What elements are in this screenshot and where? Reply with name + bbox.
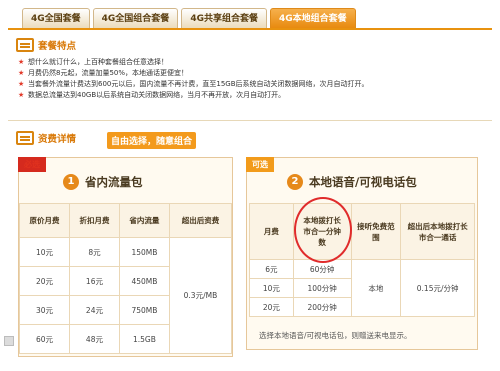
tab-4g-national[interactable]: 4G全国套餐 — [22, 8, 90, 28]
feature-text: 想什么就订什么，上百种套餐组合任意选择！ — [28, 58, 168, 66]
highlight-circle — [294, 197, 352, 263]
step-number: 2 — [287, 174, 303, 190]
voice-pack-note: 选择本地语音/可视电话包，则赠送来电显示。 — [259, 331, 412, 340]
scroll-corner — [4, 336, 14, 346]
details-subtitle: 自由选择，随意组合 — [107, 132, 197, 149]
optional-badge: 可选 — [246, 157, 274, 172]
panel-title-text: 本地语音/可视电话包 — [309, 175, 417, 189]
feature-item: ★ 数据总流量达到40GB以后系统自动关闭数据网络，当月不再开放，次月自动打开。 — [18, 90, 369, 101]
step-number: 1 — [63, 174, 79, 190]
disc-price: 16元 — [68, 266, 120, 296]
col-header: 超出后资费 — [168, 203, 233, 238]
disc-price: 8元 — [68, 237, 120, 267]
minutes: 200分钟 — [292, 297, 352, 317]
orig-price: 10元 — [19, 237, 70, 267]
free-range: 本地 — [350, 259, 402, 317]
overage-rate: 0.3元/MB — [168, 237, 233, 354]
col-header: 超出后本地拨打长市合一通话 — [400, 203, 475, 260]
details-title: 资费详情 — [38, 134, 77, 145]
data-amount: 150MB — [118, 237, 170, 267]
required-badge: 必选 — [18, 157, 46, 172]
orig-price: 60元 — [19, 324, 70, 354]
col-header: 原价月费 — [19, 203, 70, 238]
data-pack-table: 原价月费 折扣月费 省内流量 超出后资费 10元 8元 150MB 0.3元/M… — [19, 203, 233, 354]
star-icon: ★ — [18, 69, 25, 77]
feature-text: 月费仍然8元起，流量加量50%，本地通话更便宜！ — [28, 69, 189, 77]
panel-title: 2 本地语音/可视电话包 — [287, 174, 417, 190]
star-icon: ★ — [18, 91, 25, 99]
orig-price: 20元 — [19, 266, 70, 296]
col-header: 省内流量 — [118, 203, 170, 238]
col-header: 月费 — [249, 203, 294, 260]
tab-bar: 4G全国套餐 4G全国组合套餐 4G共享组合套餐 4G本地组合套餐 — [22, 8, 359, 28]
minutes: 100分钟 — [292, 278, 352, 298]
feature-text: 数据总流量达到40GB以后系统自动关闭数据网络，当月不再开放，次月自动打开。 — [28, 91, 286, 99]
features-header: 套餐特点 — [16, 38, 76, 52]
panel-title-text: 省内流量包 — [85, 175, 143, 189]
panel-title: 1 省内流量包 — [63, 174, 143, 190]
panel-data-pack: 必选 1 省内流量包 原价月费 折扣月费 省内流量 超出后资费 10元 8元 1… — [18, 157, 233, 357]
col-header: 接听免费范围 — [350, 203, 402, 260]
voice-pack-table: 月费 本地拨打长市合一分钟数 接听免费范围 超出后本地拨打长市合一通话 6元 6… — [249, 203, 475, 317]
features-title: 套餐特点 — [38, 41, 77, 52]
feature-text: 当套餐外流量计费达到600元以后，国内流量不再计费，直至15GB后系统自动关闭数… — [28, 80, 369, 88]
feature-item: ★ 想什么就订什么，上百种套餐组合任意选择！ — [18, 57, 369, 68]
monthly-fee: 10元 — [249, 278, 294, 298]
panel-voice-pack: 可选 2 本地语音/可视电话包 月费 本地拨打长市合一分钟数 接听免费范围 超出… — [246, 157, 478, 350]
data-amount: 750MB — [118, 295, 170, 325]
feature-item: ★ 当套餐外流量计费达到600元以后，国内流量不再计费，直至15GB后系统自动关闭… — [18, 79, 369, 90]
monthly-fee: 6元 — [249, 259, 294, 279]
details-header: 资费详情 — [16, 131, 76, 145]
star-icon: ★ — [18, 80, 25, 88]
table-row: 6元 60分钟 本地 0.15元/分钟 — [249, 259, 475, 317]
yuan-icon — [16, 131, 34, 145]
orig-price: 30元 — [19, 295, 70, 325]
list-icon — [16, 38, 34, 52]
tab-underline — [8, 28, 492, 30]
features-list: ★ 想什么就订什么，上百种套餐组合任意选择！ ★ 月费仍然8元起，流量加量50%，本… — [18, 57, 369, 101]
disc-price: 24元 — [68, 295, 120, 325]
monthly-fee: 20元 — [249, 297, 294, 317]
section-divider — [8, 120, 492, 121]
tab-4g-national-combo[interactable]: 4G全国组合套餐 — [92, 8, 179, 28]
col-header: 折扣月费 — [68, 203, 120, 238]
disc-price: 48元 — [68, 324, 120, 354]
star-icon: ★ — [18, 58, 25, 66]
data-amount: 450MB — [118, 266, 170, 296]
feature-item: ★ 月费仍然8元起，流量加量50%，本地通话更便宜！ — [18, 68, 369, 79]
table-row: 10元 8元 150MB 0.3元/MB — [19, 237, 233, 354]
tab-4g-shared-combo[interactable]: 4G共享组合套餐 — [181, 8, 267, 28]
data-amount: 1.5GB — [118, 324, 170, 354]
overage-rate: 0.15元/分钟 — [400, 259, 475, 317]
tab-4g-local-combo[interactable]: 4G本地组合套餐 — [269, 8, 356, 28]
